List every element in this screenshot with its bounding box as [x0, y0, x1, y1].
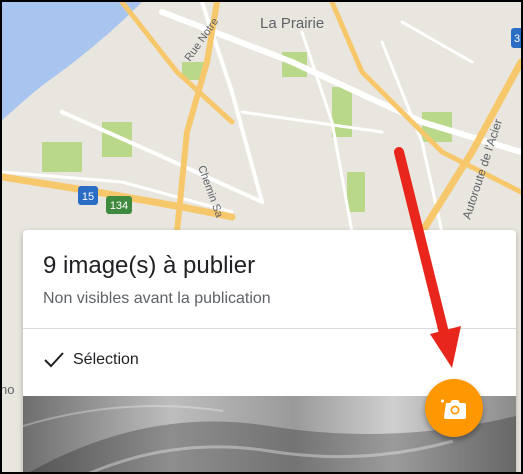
highway-shield-15: 15: [78, 186, 98, 205]
screenshot-frame: La Prairie Rue Notre Chemin Sa Autoroute…: [0, 0, 523, 474]
add-photo-camera-icon: [441, 399, 466, 419]
svg-text:134: 134: [110, 200, 128, 212]
highway-shield-3: 3: [511, 28, 521, 48]
checkmark-icon: [44, 352, 64, 368]
publish-card: 9 image(s) à publier Non visibles avant …: [23, 230, 516, 472]
add-photo-fab[interactable]: [425, 379, 483, 437]
selection-label: Sélection: [73, 351, 139, 368]
publish-subtitle: Non visibles avant la publication: [43, 290, 271, 307]
publish-title: 9 image(s) à publier: [43, 252, 256, 279]
card-divider: [23, 328, 516, 329]
svg-text:3: 3: [514, 33, 520, 45]
svg-text:15: 15: [82, 191, 94, 203]
selection-button[interactable]: Sélection: [43, 347, 139, 373]
map-label-city: La Prairie: [260, 15, 324, 32]
highway-shield-134: 134: [106, 196, 132, 214]
map-label-edge: no: [2, 382, 14, 397]
